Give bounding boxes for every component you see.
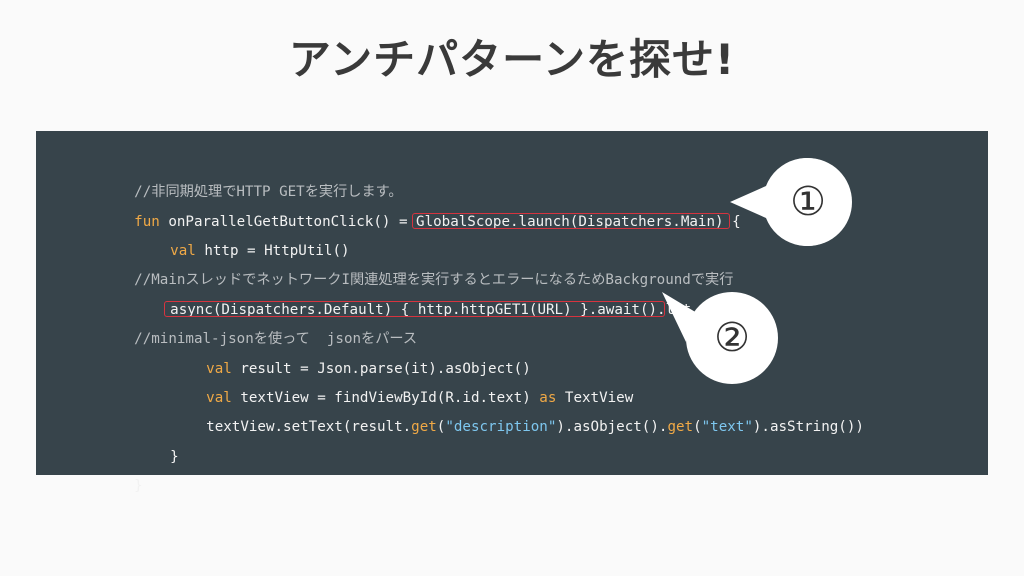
code-keyword: get — [667, 419, 694, 435]
code-line-10: } — [136, 418, 179, 465]
code-line-5: async(Dispatchers.Default) { http.httpGE… — [136, 271, 708, 318]
code-line-4: //MainスレッドでネットワークI関連処理を実行するとエラーになるためBack… — [100, 241, 733, 288]
code-text: ).asObject(). — [556, 419, 668, 435]
code-string: "description" — [445, 419, 557, 435]
callout-label-2: ② — [714, 315, 750, 361]
code-string: "text" — [701, 419, 753, 435]
code-text: } — [170, 449, 179, 465]
code-text: ( — [693, 419, 702, 435]
slide-title: アンチパターンを探せ! — [288, 35, 736, 84]
code-line-8: val textView = findViewById(R.id.text) a… — [172, 359, 633, 406]
code-line-3: val http = HttpUtil() — [136, 212, 349, 259]
code-line-11: } — [100, 447, 143, 494]
code-line-2: fun onParallelGetButtonClick() = GlobalS… — [100, 183, 740, 230]
code-keyword: get — [411, 419, 437, 435]
highlight-box-1 — [412, 213, 730, 229]
highlight-box-2 — [164, 301, 666, 317]
code-line-1: //非同期処理でHTTP GETを実行します。 — [100, 153, 402, 200]
code-line-9: textView.setText(result.get("description… — [172, 388, 864, 435]
code-line-7: val result = Json.parse(it).asObject() — [172, 330, 531, 377]
code-text: ).asString()) — [752, 419, 864, 435]
code-text: textView.setText(result. — [206, 419, 412, 435]
code-text: } — [134, 478, 143, 494]
callout-label-1: ① — [790, 179, 826, 225]
